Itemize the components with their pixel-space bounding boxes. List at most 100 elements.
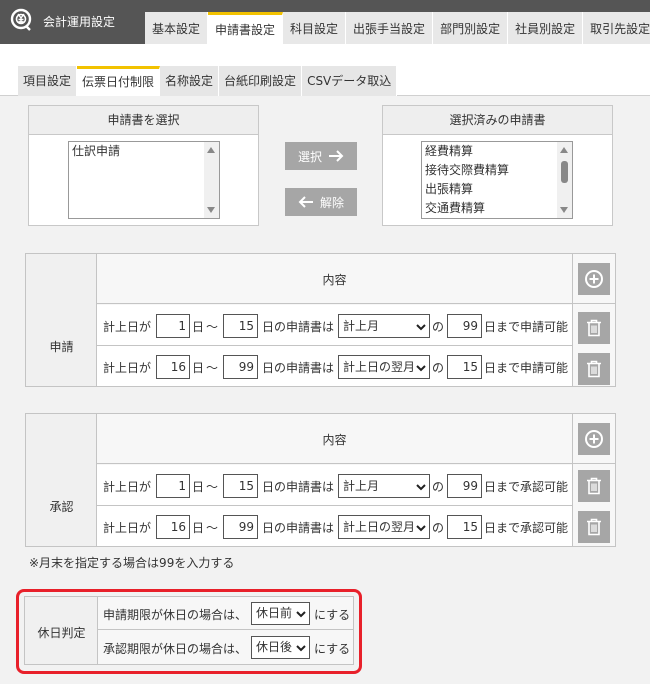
chevron-down-icon: [296, 645, 306, 652]
from-day-input[interactable]: 16: [156, 515, 190, 539]
holiday-judgement-table: 休日判定 申請期限が休日の場合は、 休日前 にする 承認期限が休日の場合は、 休…: [24, 596, 354, 665]
main-tab-bar: 基本設定 申請書設定 科目設定 出張手当設定 部門別設定 社員別設定 取引先設定: [145, 12, 650, 44]
month-select[interactable]: 計上月: [338, 474, 430, 498]
scroll-up-icon[interactable]: [560, 147, 568, 153]
delete-row-button[interactable]: [578, 353, 610, 385]
of-applications-text: 日の申請書は: [262, 521, 335, 535]
table-row: 承認期限が休日の場合は、 休日後 にする: [98, 631, 353, 664]
month-select[interactable]: 計上日の翌月: [338, 355, 430, 379]
table-row: 計上日が 16 日 ～ 99 日の申請書は 計上日の翌月 の 15 日まで承認可…: [97, 506, 572, 547]
row-label-cell: 休日判定: [25, 597, 98, 664]
scroll-thumb[interactable]: [561, 161, 568, 183]
table-row: 計上日が 16 日 ～ 99 日の申請書は 計上日の翌月 の 15 日まで申請可…: [97, 346, 572, 387]
approve-period-table: 承認 内容 計上日が 1 日 ～ 15 日の申請書は 計上月 の 99 日まで承…: [25, 413, 616, 547]
holiday-select-value: 休日前: [256, 606, 293, 620]
delete-row-button[interactable]: [578, 470, 610, 502]
to-day-input[interactable]: 99: [223, 355, 258, 379]
remove-button[interactable]: 解除: [285, 188, 357, 216]
table-row: 計上日が 1 日 ～ 15 日の申請書は 計上月 の 99 日まで申請可能: [97, 305, 572, 346]
scroll-up-icon[interactable]: [207, 147, 215, 153]
list-option[interactable]: 接待交際費精算: [422, 161, 572, 180]
from-day-input[interactable]: 1: [156, 314, 190, 338]
list-option[interactable]: 交通費精算: [422, 199, 572, 218]
to-day-input[interactable]: 99: [223, 515, 258, 539]
month-end-note: ※月末を指定する場合は99を入力する: [29, 556, 235, 570]
until-day-input[interactable]: 99: [447, 474, 482, 498]
select-button[interactable]: 選択: [285, 142, 357, 170]
subtab-csv-import[interactable]: CSVデータ取込: [302, 66, 398, 96]
remove-button-label: 解除: [319, 195, 344, 210]
from-day-input[interactable]: 1: [156, 474, 190, 498]
chevron-down-icon: [416, 484, 426, 491]
holiday-select-value: 休日後: [256, 640, 293, 654]
to-day-input[interactable]: 15: [223, 474, 258, 498]
tab-basic-settings[interactable]: 基本設定: [145, 12, 209, 44]
tab-employee-settings[interactable]: 社員別設定: [508, 12, 584, 44]
apply-period-table: 申請 内容 計上日が 1 日 ～ 15 日の申請書は 計上月 の 99 日まで申…: [25, 253, 616, 387]
suffix-text: にする: [314, 608, 351, 622]
add-row-button[interactable]: [578, 263, 610, 295]
trash-icon: [587, 360, 601, 378]
scroll-down-icon[interactable]: [560, 207, 568, 213]
content-header: 内容: [322, 273, 347, 287]
particle-text: の: [432, 361, 445, 375]
approve-holiday-select[interactable]: 休日後: [251, 636, 310, 659]
plus-circle-icon: [585, 430, 603, 448]
table-header: 内容: [97, 254, 615, 304]
tilde-text: ～: [206, 320, 219, 334]
list-option[interactable]: 仕訳申請: [69, 142, 219, 161]
to-day-input[interactable]: 15: [223, 314, 258, 338]
list-option[interactable]: 経費精算: [422, 142, 572, 161]
tab-travel-allowance-settings[interactable]: 出張手当設定: [346, 12, 434, 44]
selected-application-list[interactable]: 経費精算 接待交際費精算 出張精算 交通費精算: [421, 141, 573, 219]
subtab-item-settings[interactable]: 項目設定: [18, 66, 78, 96]
yen-gear-icon: [10, 8, 32, 31]
plus-circle-icon: [585, 270, 603, 288]
list-option[interactable]: 出張精算: [422, 180, 572, 199]
approve-deadline-text: 承認期限が休日の場合は、: [103, 642, 248, 656]
of-applications-text: 日の申請書は: [262, 361, 335, 375]
tab-department-settings[interactable]: 部門別設定: [433, 12, 509, 44]
approve-label: 承認: [49, 500, 74, 514]
subtab-name-settings[interactable]: 名称設定: [160, 66, 220, 96]
prefix-text: 計上日が: [103, 521, 152, 535]
from-day-input[interactable]: 16: [156, 355, 190, 379]
table-row: 申請期限が休日の場合は、 休日前 にする: [98, 597, 353, 630]
delete-row-button[interactable]: [578, 511, 610, 543]
chevron-down-icon: [416, 525, 426, 532]
trash-icon: [587, 319, 601, 337]
list-scrollbar[interactable]: [557, 142, 572, 218]
suffix-text: 日まで承認可能: [484, 521, 569, 535]
app-title: 会計運用設定: [43, 15, 116, 29]
tab-account-settings[interactable]: 科目設定: [283, 12, 347, 44]
action-column: [572, 414, 615, 546]
month-select[interactable]: 計上月: [338, 314, 430, 338]
add-row-button[interactable]: [578, 423, 610, 455]
subtab-mount-print-settings[interactable]: 台紙印刷設定: [219, 66, 303, 96]
scroll-down-icon[interactable]: [207, 207, 215, 213]
panel-title: 申請書を選択: [29, 106, 258, 135]
delete-row-button[interactable]: [578, 312, 610, 344]
trash-icon: [587, 477, 601, 495]
tab-application-settings[interactable]: 申請書設定: [208, 12, 284, 44]
tab-vendor-settings[interactable]: 取引先設定: [583, 12, 650, 44]
month-select[interactable]: 計上日の翌月: [338, 515, 430, 539]
table-header: 内容: [97, 414, 615, 464]
chevron-down-icon: [416, 365, 426, 372]
month-select-value: 計上月: [343, 479, 380, 493]
until-day-input[interactable]: 15: [447, 355, 482, 379]
row-label-cell: 申請: [26, 254, 97, 386]
particle-text: の: [432, 320, 445, 334]
selected-application-panel: 選択済みの申請書 経費精算 接待交際費精算 出張精算 交通費精算: [382, 105, 613, 226]
apply-holiday-select[interactable]: 休日前: [251, 602, 310, 625]
prefix-text: 計上日が: [103, 320, 152, 334]
tilde-text: ～: [206, 480, 219, 494]
suffix-text: 日まで承認可能: [484, 480, 569, 494]
subtab-date-restriction[interactable]: 伝票日付制限: [77, 66, 161, 96]
available-application-list[interactable]: 仕訳申請: [68, 141, 220, 219]
month-select-value: 計上日の翌月: [343, 360, 416, 374]
app-header: 会計運用設定 基本設定 申請書設定 科目設定 出張手当設定 部門別設定 社員別設…: [0, 0, 650, 44]
until-day-input[interactable]: 15: [447, 515, 482, 539]
until-day-input[interactable]: 99: [447, 314, 482, 338]
list-scrollbar[interactable]: [204, 142, 219, 218]
